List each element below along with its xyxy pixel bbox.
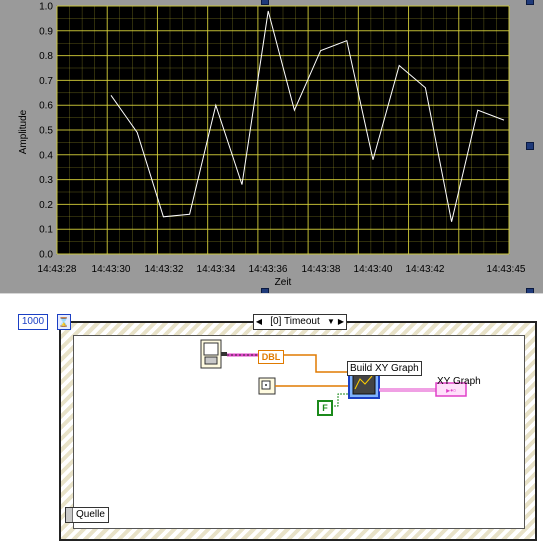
case-next-arrow-icon[interactable]: ▶ — [336, 315, 346, 329]
x-tick-label: 14:43:38 — [302, 264, 341, 275]
resize-handle-top-center[interactable] — [261, 0, 269, 5]
y-axis-ticks: 0.0 0.1 0.2 0.3 0.4 0.5 0.6 0.7 0.8 0.9 1.0 — [39, 2, 53, 261]
x-tick-label: 14:43:32 — [145, 264, 184, 275]
y-tick-label: 0.5 — [39, 126, 53, 137]
x-tick-label: 14:43:34 — [197, 264, 236, 275]
block-diagram: 1000 ⌛ ◀ [0] Timeout ▼ ▶ ▸•▫ DBL F Build… — [0, 293, 543, 548]
y-tick-label: 0.7 — [39, 76, 53, 87]
y-tick-label: 0.2 — [39, 200, 53, 211]
resize-handle-right-middle[interactable] — [526, 142, 534, 150]
build-xy-graph-label: Build XY Graph — [347, 361, 422, 376]
x-tick-label: 14:43:28 — [38, 264, 77, 275]
y-tick-label: 0.3 — [39, 175, 53, 186]
y-tick-label: 0.8 — [39, 51, 53, 62]
y-tick-label: 0.9 — [39, 26, 53, 37]
y-tick-label: 0.0 — [39, 250, 53, 261]
xy-graph[interactable]: 0.0 0.1 0.2 0.3 0.4 0.5 0.6 0.7 0.8 0.9 1.0 14:43:… — [0, 0, 543, 293]
y-tick-label: 0.6 — [39, 101, 53, 112]
x-tick-label: 14:43:42 — [406, 264, 445, 275]
event-data-node[interactable]: Quelle — [65, 507, 109, 523]
timeout-terminal-icon[interactable]: ⌛ — [57, 314, 71, 330]
xy-graph-terminal-label: XY Graph — [437, 376, 481, 387]
x-axis-title: Zeit — [275, 277, 292, 288]
x-tick-label: 14:43:45 — [487, 264, 526, 275]
event-data-node-bar — [66, 508, 73, 522]
to-double-node[interactable]: DBL — [258, 350, 284, 364]
event-case-area — [73, 335, 525, 529]
false-constant[interactable]: F — [317, 400, 333, 416]
front-panel: 0.0 0.1 0.2 0.3 0.4 0.5 0.6 0.7 0.8 0.9 1.0 14:43:… — [0, 0, 543, 296]
event-source-label: Quelle — [76, 509, 105, 520]
x-tick-label: 14:43:36 — [249, 264, 288, 275]
x-tick-label: 14:43:30 — [92, 264, 131, 275]
case-prev-arrow-icon[interactable]: ◀ — [254, 315, 264, 329]
y-tick-label: 0.1 — [39, 225, 53, 236]
y-tick-label: 0.4 — [39, 150, 53, 161]
x-tick-label: 14:43:40 — [354, 264, 393, 275]
case-selector-label: [0] Timeout — [270, 316, 320, 327]
y-tick-label: 1.0 — [39, 2, 53, 13]
y-axis-title: Amplitude — [18, 109, 29, 154]
event-case-selector[interactable]: ◀ [0] Timeout ▼ ▶ — [253, 314, 347, 330]
resize-handle-top-right[interactable] — [526, 0, 534, 5]
event-structure[interactable] — [59, 321, 537, 541]
x-axis-ticks: 14:43:28 14:43:30 14:43:32 14:43:34 14:43:36… — [38, 264, 526, 275]
grid-lines — [56, 5, 510, 255]
case-dropdown-icon[interactable]: ▼ — [326, 315, 336, 329]
timeout-constant[interactable]: 1000 — [18, 314, 48, 330]
